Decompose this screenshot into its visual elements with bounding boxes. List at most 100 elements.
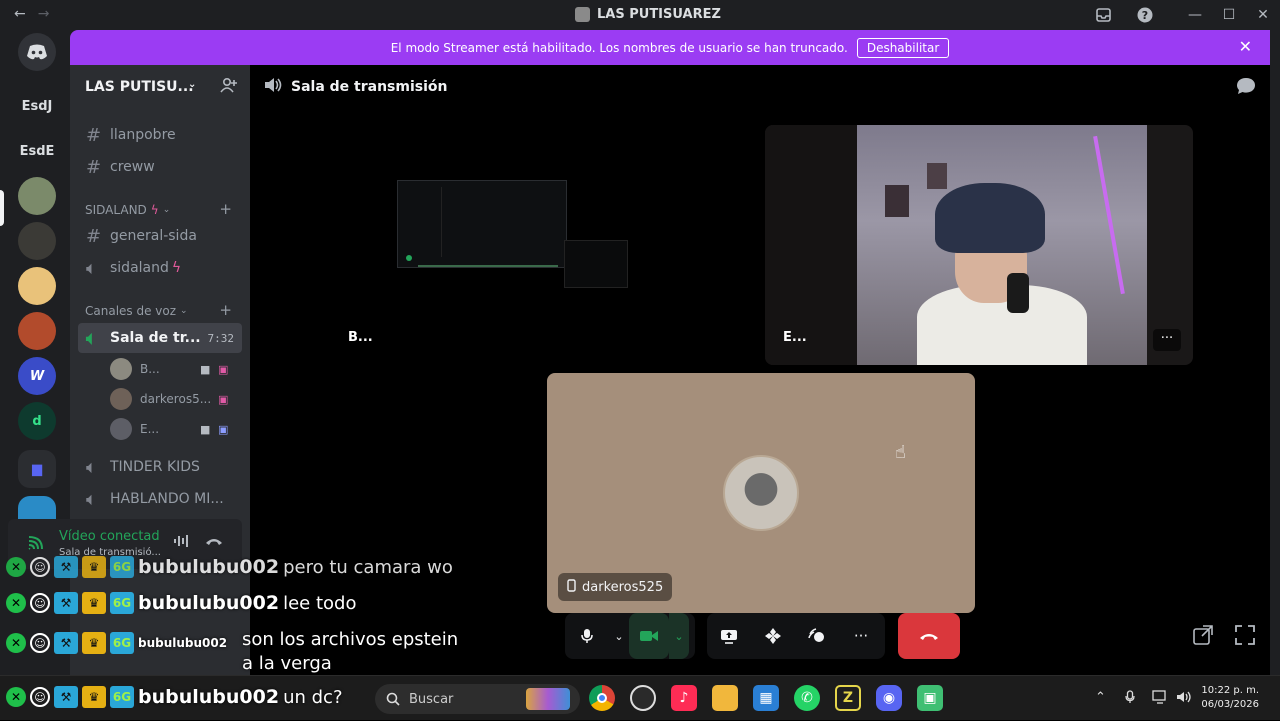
screen-share-tile[interactable]: B...	[332, 125, 752, 365]
chevron-down-icon[interactable]: ⌄	[609, 613, 629, 659]
channel-tinder-kids[interactable]: 🔈︎ TINDER KIDS	[78, 452, 242, 482]
microphone-icon[interactable]	[1125, 690, 1135, 708]
screen-preview	[397, 180, 567, 268]
disable-streamer-button[interactable]: Deshabilitar	[856, 37, 950, 58]
xbox-icon: ✕	[6, 633, 26, 653]
search-icon	[386, 692, 400, 706]
chat-bubble-icon[interactable]	[1236, 77, 1256, 99]
stage-channel-name: Sala de transmisión	[291, 79, 448, 95]
disconnect-icon[interactable]	[205, 534, 223, 550]
popout-icon[interactable]	[1193, 625, 1213, 650]
chat-message: pero tu camara wo	[283, 556, 453, 578]
server-avatar-6[interactable]: d	[18, 402, 56, 440]
clock[interactable]: 10:22 p. m. 06/03/2026	[1201, 684, 1259, 712]
category-voice[interactable]: Canales de voz ⌄	[85, 304, 188, 318]
voice-user[interactable]: E... ■ ▣	[110, 416, 242, 442]
activities-icon[interactable]	[751, 613, 795, 659]
help-icon[interactable]: ?	[1128, 0, 1162, 30]
avatar	[110, 358, 132, 380]
obs-icon[interactable]	[630, 685, 656, 711]
disconnect-button[interactable]	[898, 613, 960, 659]
store-icon[interactable]: ▦	[753, 685, 779, 711]
signal-icon[interactable]	[28, 536, 44, 554]
guild-header[interactable]: LAS PUTISU... ⌄	[70, 65, 250, 109]
server-avatar-2[interactable]	[18, 222, 56, 260]
chat-message-block: son los archivos epstein a la verga	[242, 628, 458, 676]
add-member-icon[interactable]	[220, 77, 238, 97]
channel-general-sida[interactable]: # general-sida	[78, 221, 242, 251]
network-icon[interactable]	[1152, 690, 1168, 708]
server-esdj[interactable]: EsdJ	[18, 87, 56, 125]
voice-user[interactable]: B... ■ ▣	[110, 356, 242, 382]
app-game-icon[interactable]: ▣	[917, 685, 943, 711]
microphone-button[interactable]	[565, 613, 609, 659]
channel-label: llanpobre	[110, 127, 176, 143]
chat-username: bubulubu002	[138, 556, 280, 578]
channel-hablando[interactable]: 🔈︎ HABLANDO MI...	[78, 484, 242, 514]
webcam-shadow	[765, 125, 857, 365]
avatar-tile[interactable]: darkeros525	[547, 373, 975, 613]
chat-username: bubulubu002	[138, 686, 280, 708]
noise-suppression-icon[interactable]	[173, 534, 191, 552]
channel-label: HABLANDO MI...	[110, 491, 224, 507]
crown-badge-icon: ♛	[82, 592, 106, 614]
tiktok-icon[interactable]: ♪	[671, 685, 697, 711]
add-channel-icon[interactable]: +	[219, 200, 232, 218]
server-avatar-1[interactable]	[18, 177, 56, 215]
chevron-up-icon[interactable]: ⌃	[1095, 690, 1106, 705]
discord-taskbar-icon[interactable]: ◉	[876, 685, 902, 711]
chevron-down-icon: ⌄	[180, 306, 188, 316]
close-button[interactable]: ✕	[1246, 0, 1280, 30]
close-icon[interactable]: ✕	[1239, 37, 1252, 56]
voice-status[interactable]: Vídeo conectad	[59, 529, 160, 544]
channel-creww[interactable]: # creww	[78, 152, 242, 182]
more-options-button[interactable]: ···	[1153, 329, 1181, 351]
app-z-icon[interactable]: Z	[835, 685, 861, 711]
add-channel-icon[interactable]: +	[219, 301, 232, 319]
voice-user[interactable]: darkeros5... ▣	[110, 386, 242, 412]
user-icon: ☺	[30, 593, 50, 613]
tile-username: darkeros525	[582, 579, 664, 595]
server-avatar-3[interactable]	[18, 267, 56, 305]
folder-icon[interactable]: ▆	[18, 450, 56, 488]
chat-message: lee todo	[283, 592, 357, 614]
chat-line: ✕ ☺ ⚒ ♛ 6G bubulubu002 pero tu camara wo	[6, 556, 453, 578]
fullscreen-icon[interactable]	[1235, 625, 1255, 650]
xbox-icon: ✕	[6, 557, 26, 577]
forward-button[interactable]: →	[38, 6, 50, 22]
chevron-down-icon: ⌄	[162, 205, 171, 215]
crown-badge-icon: ♛	[82, 632, 106, 654]
volume-icon[interactable]	[1176, 690, 1192, 708]
camera-button[interactable]	[629, 613, 669, 659]
screen-preview-secondary	[564, 240, 628, 288]
back-button[interactable]: ←	[14, 6, 26, 22]
whatsapp-icon[interactable]: ✆	[794, 685, 820, 711]
server-avatar-5[interactable]: W	[18, 357, 56, 395]
screen-share-icon[interactable]	[707, 613, 751, 659]
voice-user-name: E...	[140, 422, 160, 436]
file-explorer-icon[interactable]	[712, 685, 738, 711]
discord-home-icon[interactable]	[18, 33, 56, 71]
microphone	[1007, 273, 1029, 313]
channel-label: creww	[110, 159, 155, 175]
title-bar: ← → LAS PUTISUAREZ ? — ☐ ✕	[0, 0, 1280, 30]
maximize-button[interactable]: ☐	[1212, 0, 1246, 30]
channel-sidaland[interactable]: 🔈︎ sidaland ϟ	[78, 253, 242, 283]
category-label: SIDALAND	[85, 203, 147, 217]
more-options-button[interactable]: ···	[839, 613, 883, 659]
taskbar-search[interactable]: Buscar	[375, 684, 580, 714]
server-esde[interactable]: EsdE	[18, 132, 56, 170]
channel-sala-de-transmision[interactable]: 🔈︎ Sala de tr... 7:32	[78, 323, 242, 353]
avatar	[110, 388, 132, 410]
channel-llanpobre[interactable]: # llanpobre	[78, 120, 242, 150]
nav-buttons: ← →	[14, 6, 49, 22]
wall-poster	[927, 163, 947, 189]
webcam-tile[interactable]: E... ···	[765, 125, 1193, 365]
soundboard-icon[interactable]	[795, 613, 839, 659]
inbox-icon[interactable]	[1086, 0, 1120, 30]
server-avatar-4[interactable]	[18, 312, 56, 350]
chrome-icon[interactable]	[589, 685, 615, 711]
category-sidaland[interactable]: SIDALAND ϟ ⌄	[85, 203, 170, 217]
chevron-down-icon[interactable]: ⌄	[669, 613, 689, 659]
minimize-button[interactable]: —	[1178, 0, 1212, 30]
